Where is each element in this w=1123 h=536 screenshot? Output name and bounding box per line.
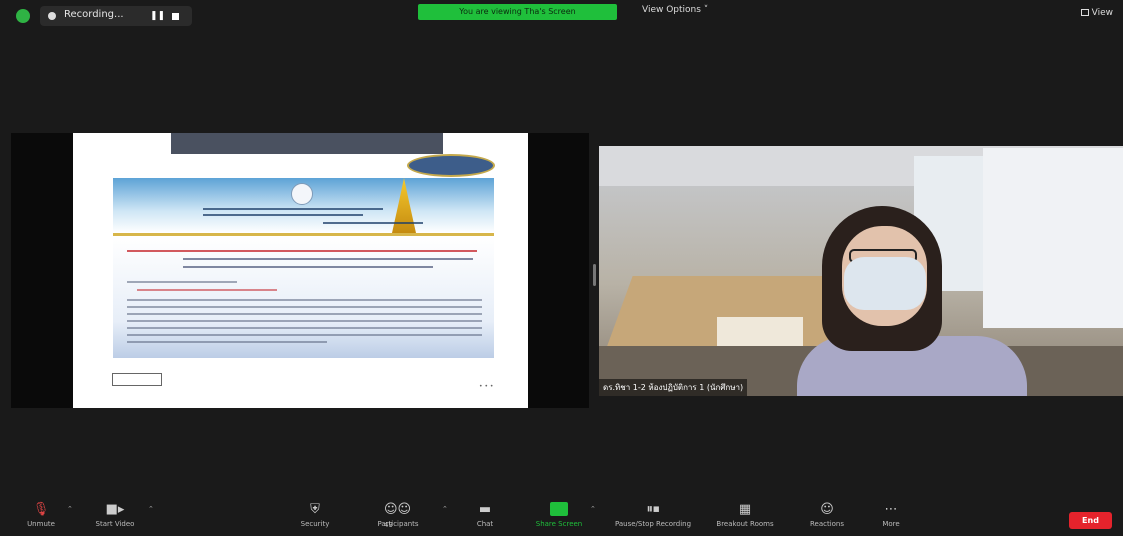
security-button[interactable]: ⛨ Security [295,496,335,536]
slide-header-text-line [203,214,363,216]
meeting-top-bar: Recording... ❚❚ You are viewing Tha's Sc… [0,0,1123,34]
security-label: Security [300,520,330,528]
chat-label: Chat [476,520,494,528]
slide-pagoda-image [392,178,416,233]
presentation-slide: • • • [73,133,528,408]
participants-button[interactable]: ☺☺ 49 Participants [370,496,426,536]
end-meeting-button[interactable]: End [1069,512,1112,529]
slide-page-number: • • • [479,383,494,390]
share-screen-icon [550,502,568,516]
slide-oval-badge [407,154,495,177]
participants-options-chevron-icon[interactable]: ⌃ [442,505,448,513]
slide-emblem-icon [291,183,313,205]
slide-top-bar [171,133,443,154]
slide-text-line [127,299,482,301]
slide-text-line [137,289,277,291]
breakout-rooms-button[interactable]: ▦ Breakout Rooms [712,496,778,536]
slide-heading-line [183,266,433,268]
view-options-button[interactable]: View Options ˅ [642,5,708,15]
share-screen-label: Share Screen [535,520,583,528]
participants-label: Participants [377,520,419,528]
chat-button[interactable]: ▬ Chat [470,496,500,536]
audio-options-chevron-icon[interactable]: ⌃ [67,505,73,513]
video-camera-icon: ■▸ [105,502,125,517]
split-view-handle[interactable] [593,264,596,286]
slide-heading-line [127,250,477,252]
share-options-chevron-icon[interactable]: ⌃ [590,505,596,513]
reactions-button[interactable]: ☺ Reactions [804,496,850,536]
slide-footer-logo [112,373,162,386]
start-video-label: Start Video [95,520,135,528]
more-label: More [882,520,900,528]
slide-text-line [127,341,327,343]
encryption-shield-icon[interactable] [16,9,30,23]
grid-view-icon [1080,9,1089,16]
reactions-label: Reactions [809,520,845,528]
recording-dot-icon [48,12,56,20]
start-video-button[interactable]: ■▸ Start Video [86,496,144,536]
slide-text-line [127,334,482,336]
chat-icon: ▬ [478,502,492,517]
slide-text-line [127,306,482,308]
slide-heading-line [183,258,473,260]
meeting-toolbar: 🎙 Unmute ⌃ ■▸ Start Video ⌃ ⛨ Security ☺… [0,496,1123,536]
pause-recording-icon[interactable]: ❚❚ [150,11,165,21]
view-button-label: View [1091,8,1113,18]
view-button[interactable]: View [1080,8,1113,18]
slide-text-line [127,320,482,322]
slide-text-line [127,313,482,315]
participant-name-label: ดร.ทิชา 1-2 ห้องปฏิบัติการ 1 (นักศึกษา) [599,379,748,396]
slide-header-text-line [323,222,423,224]
pause-stop-icon: ⏸⏹ [646,502,660,517]
mic-muted-icon: 🎙 [32,502,50,517]
shared-screen-area: • • • [11,133,589,408]
slide-header-banner [113,178,494,233]
pause-stop-recording-button[interactable]: ⏸⏹ Pause/Stop Recording [607,496,699,536]
slide-header-text-line [203,208,383,210]
pause-stop-recording-label: Pause/Stop Recording [614,520,692,528]
participant-face-mask [844,257,926,310]
breakout-rooms-icon: ▦ [738,502,752,517]
recording-label: Recording... [64,9,124,20]
slide-text-line [127,281,237,283]
slide-body [113,236,494,358]
share-screen-button[interactable]: Share Screen [530,496,588,536]
unmute-label: Unmute [27,520,55,528]
reactions-icon: ☺ [820,502,834,517]
recording-indicator: Recording... ❚❚ [40,6,192,26]
slide-text-line [127,327,482,329]
shield-icon: ⛨ [310,502,320,517]
stop-recording-icon[interactable] [172,13,179,20]
unmute-button[interactable]: 🎙 Unmute [18,496,64,536]
breakout-rooms-label: Breakout Rooms [716,520,774,528]
video-options-chevron-icon[interactable]: ⌃ [148,505,154,513]
participant-video[interactable]: ดร.ทิชา 1-2 ห้องปฏิบัติการ 1 (นักศึกษา) [599,146,1123,396]
more-icon: ⋯ [884,502,898,517]
more-button[interactable]: ⋯ More [876,496,906,536]
participant-person [797,201,1027,396]
screen-share-banner: You are viewing Tha's Screen [418,4,617,20]
